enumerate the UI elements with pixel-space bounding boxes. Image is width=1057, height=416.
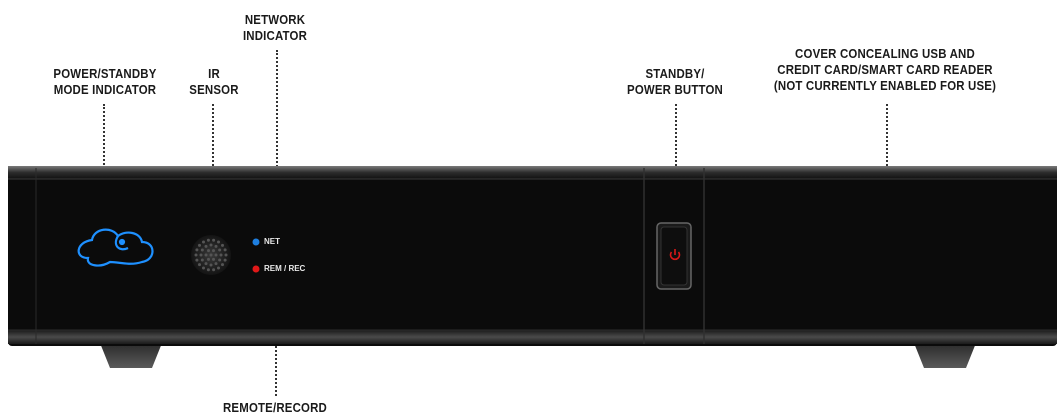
ir-grille-hole (200, 248, 204, 252)
ir-grille-hole (220, 243, 224, 247)
ir-grille-hole (212, 238, 216, 242)
ir-grille-hole (209, 253, 213, 257)
ir-grille-hole (195, 258, 199, 262)
ir-grille-hole (214, 244, 218, 248)
ir-grille-hole (212, 249, 215, 253)
rem-rec-label: REM / REC (264, 264, 306, 273)
ir-grille-hole (212, 257, 215, 261)
ir-grille-hole (204, 262, 208, 266)
ir-grille-hole (214, 262, 218, 266)
ir-grille-hole (209, 263, 213, 267)
ir-grille-hole (218, 258, 222, 262)
ir-grille-hole (207, 257, 210, 261)
ir-grille-hole (214, 253, 218, 257)
left-foot (100, 343, 162, 368)
ir-grille-hole (198, 243, 202, 247)
ir-grille-hole (200, 258, 204, 262)
ir-grille-hole (212, 268, 216, 272)
housing-body (8, 166, 1057, 346)
ir-grille-hole (204, 253, 208, 257)
ir-grille-hole (202, 266, 205, 270)
ir-grille-hole (220, 263, 224, 267)
ir-grille-hole (202, 240, 205, 244)
rec-led (252, 265, 260, 273)
ir-grille-hole (224, 253, 228, 257)
ir-grille-hole (204, 244, 208, 248)
ir-sensor-grille (191, 235, 231, 275)
ir-grille-hole (198, 263, 202, 267)
housing-bottom-edge (8, 330, 1057, 344)
ir-grille-hole (223, 258, 227, 262)
ir-grille-hole (207, 249, 210, 253)
housing-top-edge (8, 166, 1057, 179)
ir-grille-hole (195, 248, 199, 252)
ir-grille-hole (219, 253, 223, 257)
ir-grille-hole (209, 243, 213, 247)
ir-grille-hole (206, 268, 210, 272)
ir-grille-hole (217, 266, 220, 270)
ir-grille-hole (194, 253, 198, 257)
ir-grille-hole (199, 253, 203, 257)
set-top-box-illustration (8, 166, 1057, 368)
net-led (252, 238, 260, 246)
ir-grille-hole (217, 240, 220, 244)
net-label: NET (264, 237, 280, 246)
ir-grille-hole (223, 248, 227, 252)
right-foot (914, 343, 976, 368)
ir-grille-hole (218, 248, 222, 252)
ir-grille-hole (206, 238, 210, 242)
